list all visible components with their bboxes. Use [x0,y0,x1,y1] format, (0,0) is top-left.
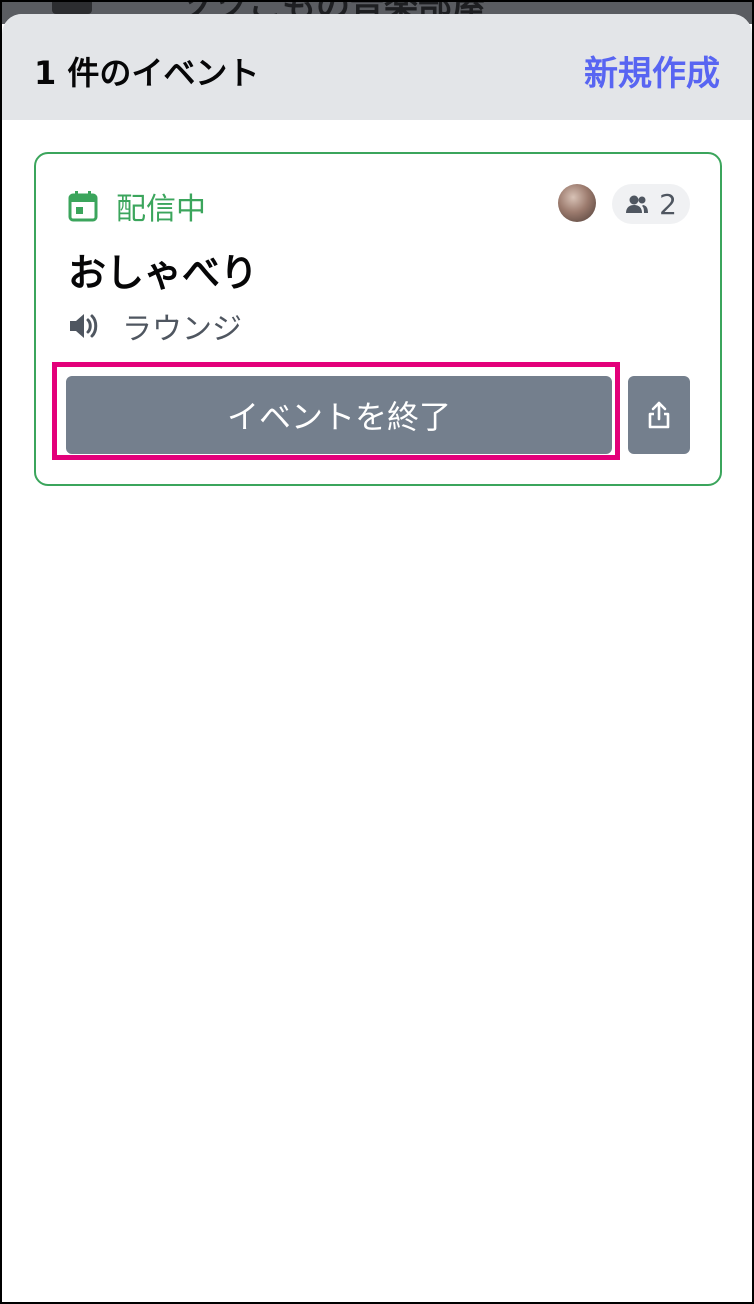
event-card[interactable]: 配信中 2 おしゃべり ラウンジ イベントを終了 [34,152,722,486]
events-sheet: 1 件のイベント 新規作成 配信中 2 おしゃべり ラウンジ イベントを終了 [2,14,752,1302]
participant-count-badge[interactable]: 2 [612,184,690,224]
chat-icon [52,2,92,14]
events-count-title: 1 件のイベント [34,54,260,92]
event-title: おしゃべり [68,251,259,295]
end-event-button[interactable]: イベントを終了 [66,376,612,454]
create-event-button[interactable]: 新規作成 [584,46,720,95]
calendar-icon [68,190,98,222]
participant-count: 2 [659,187,677,221]
share-icon [646,400,672,430]
avatar[interactable] [558,184,596,222]
status-label: 配信中 [116,192,206,227]
speaker-icon [68,311,102,341]
channel-name: ラウンジ [122,312,242,347]
event-channel: ラウンジ [68,306,242,347]
app-frame: ソツこもの音楽部屋 1 件のイベント 新規作成 配信中 2 おしゃべり ラウンジ… [0,0,754,1304]
share-button[interactable] [628,376,690,454]
people-icon [625,194,649,214]
event-status: 配信中 [68,186,206,227]
sheet-header: 1 件のイベント 新規作成 [2,14,752,120]
